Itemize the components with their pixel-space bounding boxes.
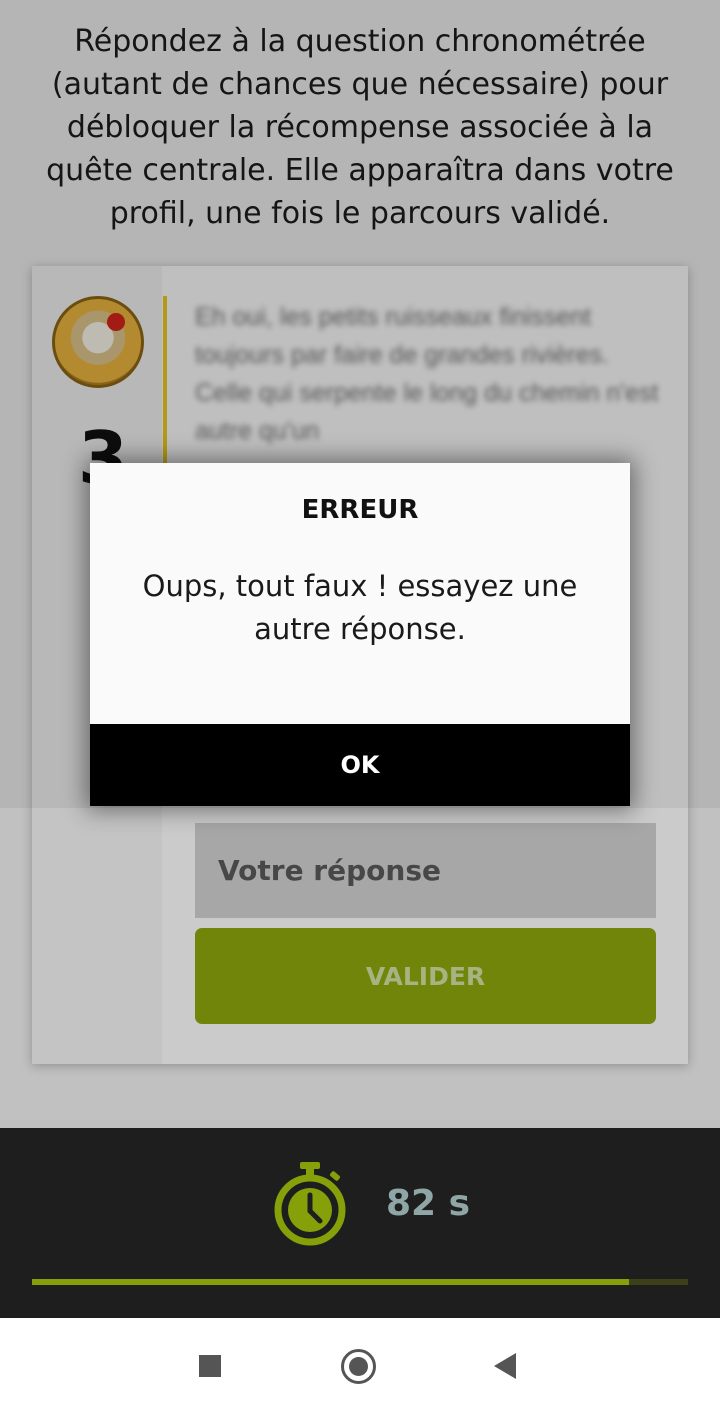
dialog-title: ERREUR [301,495,419,525]
timer-progress-track [32,1279,688,1285]
timer-progress-fill [32,1279,629,1285]
home-icon[interactable] [341,1349,376,1384]
timer-value: 82 s [386,1183,471,1224]
back-icon[interactable] [494,1353,516,1379]
home-icon-dot [349,1357,368,1376]
system-nav-bar [0,1318,720,1414]
error-dialog: ERREUR Oups, tout faux ! essayez une aut… [90,463,630,806]
dialog-ok-button[interactable]: OK [90,724,630,806]
dialog-message: Oups, tout faux ! essayez une autre répo… [142,569,578,646]
stopwatch-icon [274,1162,346,1246]
timer-bar: 82 s [0,1128,720,1318]
recent-apps-icon[interactable] [199,1355,221,1377]
quest-screen: Répondez à la question chronométrée (aut… [0,0,720,1318]
